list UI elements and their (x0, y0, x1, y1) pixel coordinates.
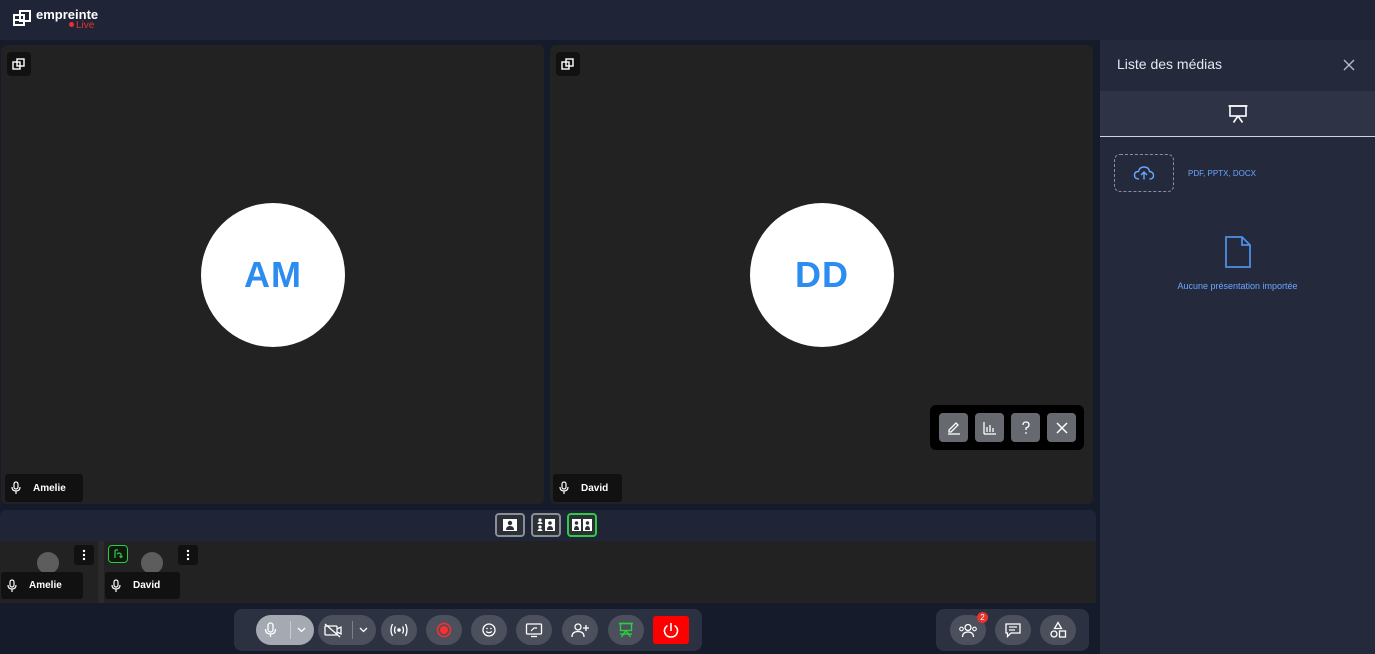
chat-icon (1005, 623, 1021, 638)
participant-name-tag: Amelie (1, 572, 83, 599)
participants-count-badge: 2 (977, 612, 988, 623)
layout-grid-button[interactable] (531, 513, 561, 537)
presentation-icon (619, 622, 633, 638)
microphone-icon (111, 578, 121, 592)
close-toolbar-button[interactable] (1047, 413, 1076, 442)
participant-name-tag: Amelie (5, 474, 83, 502)
reactions-button[interactable] (471, 615, 507, 645)
close-icon[interactable] (1342, 58, 1356, 72)
microphone-icon (264, 622, 277, 637)
video-tile-amelie[interactable]: AM Amelie (1, 45, 544, 504)
share-screen-button[interactable] (516, 615, 552, 645)
side-by-side-users-icon (572, 519, 592, 531)
layout-single-speaker-button[interactable] (495, 513, 525, 537)
participant-menu-button[interactable] (74, 545, 94, 565)
filmstrip-tile-amelie[interactable]: Amelie (0, 541, 98, 603)
microphone-icon (7, 578, 17, 592)
layout-side-by-side-button[interactable] (567, 513, 597, 537)
empty-state-message: Aucune présentation importée (1177, 281, 1298, 291)
presentation-icon (1228, 105, 1248, 123)
more-apps-button[interactable] (1040, 615, 1076, 645)
close-icon (1055, 421, 1068, 434)
layout-switcher (0, 510, 1096, 541)
participant-menu-button[interactable] (178, 545, 198, 565)
pin-icon (12, 58, 25, 70)
separator (352, 621, 353, 639)
participant-name-tag: David (105, 572, 180, 599)
pencil-button[interactable] (939, 413, 968, 442)
document-icon (1225, 236, 1251, 268)
chat-button[interactable] (995, 615, 1031, 645)
smile-icon (482, 623, 496, 637)
call-controls (234, 609, 702, 651)
more-vertical-icon (186, 549, 190, 561)
participants-icon (959, 623, 977, 638)
annotation-toolbar (930, 405, 1084, 450)
pencil-icon (947, 421, 960, 435)
poll-button[interactable] (975, 413, 1004, 442)
cloud-upload-icon (1133, 166, 1155, 180)
participants-button[interactable]: 2 (950, 612, 988, 645)
quiz-button[interactable] (1011, 413, 1040, 442)
bar-chart-icon (982, 421, 996, 435)
participant-name: David (581, 482, 609, 494)
side-controls: 2 (936, 609, 1089, 651)
separator (290, 621, 291, 639)
pin-tile-button[interactable] (556, 52, 580, 76)
presenter-icon (114, 549, 123, 559)
broadcast-icon (390, 623, 408, 637)
tab-presentations[interactable] (1216, 101, 1260, 127)
participant-name: David (133, 580, 161, 591)
logo-icon (13, 10, 31, 26)
panel-title: Liste des médias (1117, 56, 1223, 72)
record-button[interactable] (426, 615, 462, 645)
avatar (37, 552, 59, 574)
logo-live-label: Live (69, 20, 94, 31)
avatar: AM (201, 203, 345, 347)
question-icon (1021, 420, 1030, 434)
media-panel: Liste des médias PDF, PPTX, DOCX Aucune … (1100, 40, 1375, 654)
invite-participant-button[interactable] (562, 615, 598, 645)
participant-name: Amelie (33, 482, 66, 494)
chevron-down-icon[interactable] (359, 627, 368, 633)
live-dot-icon (69, 22, 74, 27)
camera-button[interactable] (318, 615, 376, 645)
avatar: DD (750, 203, 894, 347)
pin-icon (561, 58, 574, 70)
top-bar: empreinte Live (0, 0, 1375, 40)
presentation-button[interactable] (608, 615, 644, 645)
avatar (141, 552, 163, 574)
camera-off-icon (324, 623, 342, 638)
shapes-icon (1050, 621, 1067, 638)
microphone-icon (11, 481, 21, 494)
add-user-icon (571, 623, 589, 638)
accepted-file-types: PDF, PPTX, DOCX (1188, 169, 1257, 178)
participant-name-tag: David (553, 474, 622, 502)
upload-button[interactable] (1114, 154, 1174, 192)
power-icon (663, 623, 679, 638)
filmstrip: Amelie David (0, 541, 1096, 603)
record-icon (436, 622, 452, 638)
grid-users-icon (537, 518, 555, 531)
more-vertical-icon (82, 549, 86, 561)
microphone-icon (559, 481, 569, 494)
pin-tile-button[interactable] (7, 52, 31, 76)
single-user-icon (503, 519, 517, 531)
participant-name: Amelie (29, 580, 62, 591)
broadcast-button[interactable] (381, 615, 417, 645)
chevron-down-icon[interactable] (297, 627, 306, 633)
leave-call-button[interactable] (653, 616, 689, 644)
presenter-badge (108, 545, 128, 563)
share-screen-icon (525, 623, 543, 638)
media-tabs (1100, 91, 1375, 137)
microphone-button[interactable] (256, 615, 314, 645)
